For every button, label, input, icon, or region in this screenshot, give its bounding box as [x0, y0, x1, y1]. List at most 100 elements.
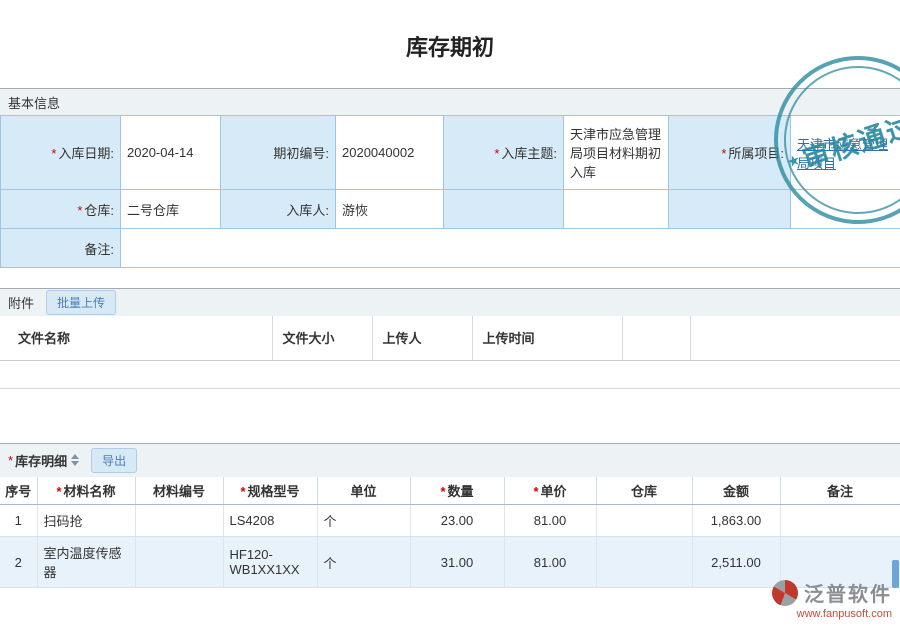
warehouse-label-cell: *仓库: [1, 190, 121, 229]
col-upload-time: 上传时间 [472, 316, 622, 360]
ruku-date-label: 入库日期: [58, 146, 114, 161]
cell-seq: 1 [0, 505, 37, 537]
ruku-date-value-cell: 2020-04-14 [121, 116, 221, 190]
cell-qty: 23.00 [410, 505, 504, 537]
detail-header-row: 序号 *材料名称 材料编号 *规格型号 单位 *数量 *单价 仓库 金额 备注 [0, 477, 900, 505]
page-title: 库存期初 [0, 30, 900, 62]
cell-price: 81.00 [504, 537, 596, 588]
cell-price: 81.00 [504, 505, 596, 537]
sort-down-icon [71, 461, 79, 466]
col-file-name: 文件名称 [0, 316, 272, 360]
batch-upload-button[interactable]: 批量上传 [46, 290, 116, 315]
remark-label-cell: 备注: [1, 229, 121, 268]
empty-label-cell [669, 190, 791, 229]
col-spec: *规格型号 [223, 477, 317, 505]
basic-row-1: *入库日期: 2020-04-14 期初编号: 2020040002 *入库主题… [1, 116, 900, 190]
cell-spec: HF120-WB1XX1XX [223, 537, 317, 588]
qichu-no-value-cell: 2020040002 [336, 116, 444, 190]
required-star: * [51, 146, 56, 161]
col-material-code-label: 材料编号 [153, 484, 205, 499]
basic-info-section-title: 基本信息 [8, 93, 60, 112]
fanpu-brand-text: 泛普软件 [804, 578, 892, 607]
col-remark: 备注 [780, 477, 900, 505]
col-qty: *数量 [410, 477, 504, 505]
cell-material-code [135, 505, 223, 537]
col-warehouse: 仓库 [596, 477, 692, 505]
qichu-no-label-cell: 期初编号: [221, 116, 336, 190]
project-label: 所属项目: [728, 146, 784, 161]
col-uploader: 上传人 [372, 316, 472, 360]
required-star: * [440, 484, 445, 499]
col-warehouse-label: 仓库 [631, 484, 657, 499]
fanpu-watermark: 泛普软件 www.fanpusoft.com [772, 578, 892, 620]
basic-info-section-bar: 基本信息 [0, 88, 900, 115]
required-star: * [77, 203, 82, 218]
col-material-name: *材料名称 [37, 477, 135, 505]
cell-qty: 31.00 [410, 537, 504, 588]
col-amount-label: 金额 [723, 484, 749, 499]
col-unit: 单位 [317, 477, 410, 505]
col-empty [622, 316, 690, 360]
ruku-person-label: 入库人: [286, 203, 329, 218]
required-star: * [8, 453, 13, 468]
cell-seq: 2 [0, 537, 37, 588]
empty-value-cell [564, 190, 669, 229]
ruku-subject-label: 入库主题: [501, 146, 557, 161]
sort-toggle-icon[interactable] [71, 453, 79, 467]
cell-remark [780, 505, 900, 537]
fanpu-logo-icon [772, 580, 798, 606]
required-star: * [56, 484, 61, 499]
detail-section-title: 库存明细 [15, 451, 67, 470]
col-seq: 序号 [0, 477, 37, 505]
export-button[interactable]: 导出 [91, 448, 137, 473]
cell-spec: LS4208 [223, 505, 317, 537]
basic-row-3: 备注: [1, 229, 900, 268]
attachments-empty-cell [0, 360, 900, 388]
ruku-subject-value-cell: 天津市应急管理局项目材料期初入库 [564, 116, 669, 190]
cell-material-code [135, 537, 223, 588]
inventory-detail-table: 序号 *材料名称 材料编号 *规格型号 单位 *数量 *单价 仓库 金额 备注 … [0, 477, 900, 589]
warehouse-label: 仓库: [84, 203, 114, 218]
attachments-table: 文件名称 文件大小 上传人 上传时间 [0, 316, 900, 389]
cell-amount: 1,863.00 [692, 505, 780, 537]
required-star: * [494, 146, 499, 161]
col-spec-label: 规格型号 [248, 484, 300, 499]
detail-row: 1 扫码抢 LS4208 个 23.00 81.00 1,863.00 [0, 505, 900, 537]
qichu-no-label: 期初编号: [273, 146, 329, 161]
col-price: *单价 [504, 477, 596, 505]
col-amount: 金额 [692, 477, 780, 505]
cell-amount: 2,511.00 [692, 537, 780, 588]
fanpu-url-text: www.fanpusoft.com [772, 608, 892, 620]
ruku-date-label-cell: *入库日期: [1, 116, 121, 190]
attachments-section-bar: 附件 批量上传 [0, 288, 900, 316]
col-qty-label: 数量 [448, 484, 474, 499]
detail-row: 2 室内温度传感器 HF120-WB1XX1XX 个 31.00 81.00 2… [0, 537, 900, 588]
sort-up-icon [71, 454, 79, 459]
vertical-scrollbar-thumb[interactable] [892, 560, 899, 588]
col-material-name-label: 材料名称 [64, 484, 116, 499]
attachments-empty-row [0, 360, 900, 388]
detail-section-bar: * 库存明细 导出 [0, 443, 900, 477]
project-label-cell: *所属项目: [669, 116, 791, 190]
col-empty [690, 316, 900, 360]
cell-warehouse [596, 505, 692, 537]
ruku-person-value-cell: 游恢 [336, 190, 444, 229]
project-link[interactable]: 天津市应急管理局项目 [797, 137, 888, 171]
required-star: * [240, 484, 245, 499]
remark-label: 备注: [84, 242, 114, 257]
cell-unit: 个 [317, 505, 410, 537]
col-file-size: 文件大小 [272, 316, 372, 360]
remark-value-cell [121, 229, 900, 268]
col-seq-label: 序号 [5, 484, 31, 499]
col-unit-label: 单位 [350, 484, 376, 499]
col-remark-label: 备注 [827, 484, 853, 499]
empty-value-cell [791, 190, 900, 229]
col-material-code: 材料编号 [135, 477, 223, 505]
ruku-subject-label-cell: *入库主题: [444, 116, 564, 190]
cell-material-name: 扫码抢 [37, 505, 135, 537]
attachments-section-title: 附件 [8, 293, 34, 312]
cell-material-name: 室内温度传感器 [37, 537, 135, 588]
required-star: * [533, 484, 538, 499]
col-price-label: 单价 [541, 484, 567, 499]
project-value-cell: 天津市应急管理局项目 [791, 116, 900, 190]
